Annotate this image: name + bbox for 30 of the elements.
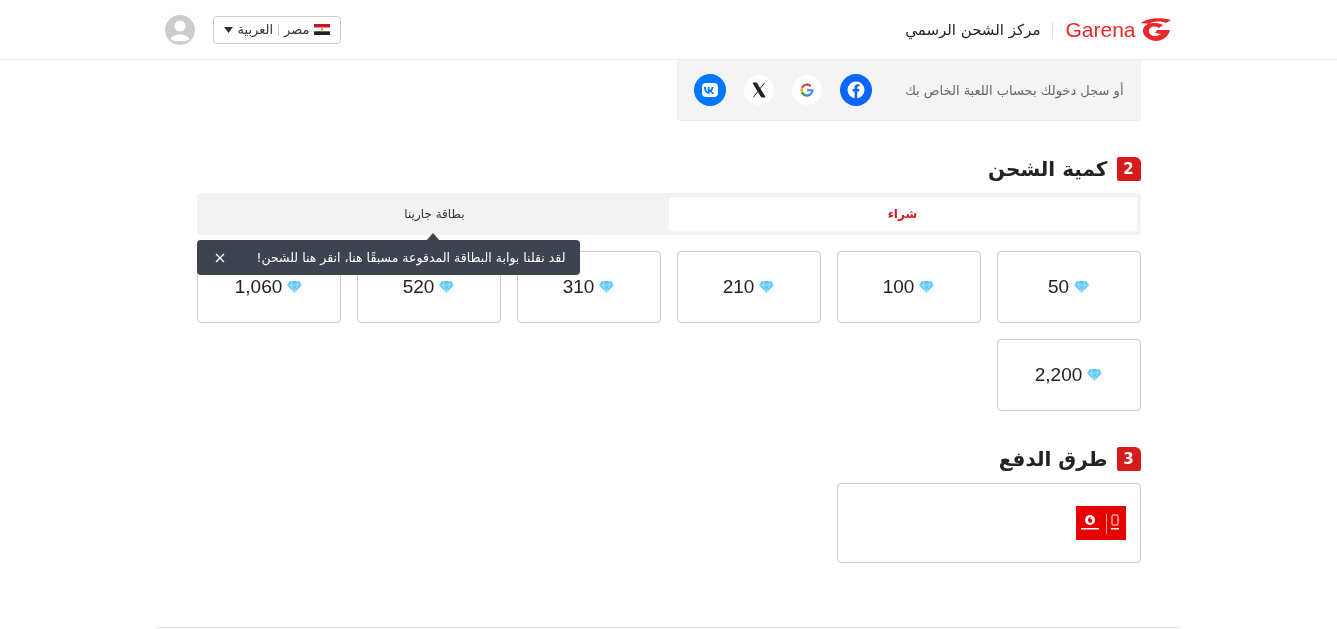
diamond-icon [919,281,935,293]
diamond-icon [759,281,775,293]
diamond-icon [287,281,303,293]
tab[interactable]: بطاقة جارينا [200,197,669,231]
step-number: 3 [1116,447,1141,471]
payment-method[interactable] [836,483,1141,563]
login-prompt: أو سجل دخولك بحساب اللعبة الخاص بك [905,82,1124,98]
x-login-icon[interactable] [743,75,774,105]
diamond-icon [1074,281,1090,293]
wallet-logo-icon [1075,506,1126,540]
close-icon[interactable] [214,252,225,263]
diamond-icon [599,281,615,293]
tab[interactable]: شراء [668,197,1137,231]
brand-name[interactable]: Garena [1065,17,1136,42]
top-up-option[interactable]: 210 [676,251,821,323]
flag-icon [314,24,331,35]
region-language-selector[interactable]: مصر العربية [212,15,342,44]
top-up-option[interactable]: 100 [836,251,981,323]
diamond-icon [1087,369,1103,381]
vk-login-icon[interactable] [693,74,726,106]
facebook-login-icon[interactable] [839,74,872,106]
page-title: مركز الشحن الرسمي [905,20,1041,39]
section-title: كمية الشحن [988,157,1108,181]
caret-icon [223,26,233,33]
top-up-option[interactable]: 2,200 [996,339,1141,411]
google-login-icon[interactable] [791,75,822,105]
top-up-option[interactable]: 50 [996,251,1141,323]
section-title: طرق الدفع [998,447,1108,471]
step-number: 2 [1116,157,1141,181]
diamond-icon [439,281,455,293]
